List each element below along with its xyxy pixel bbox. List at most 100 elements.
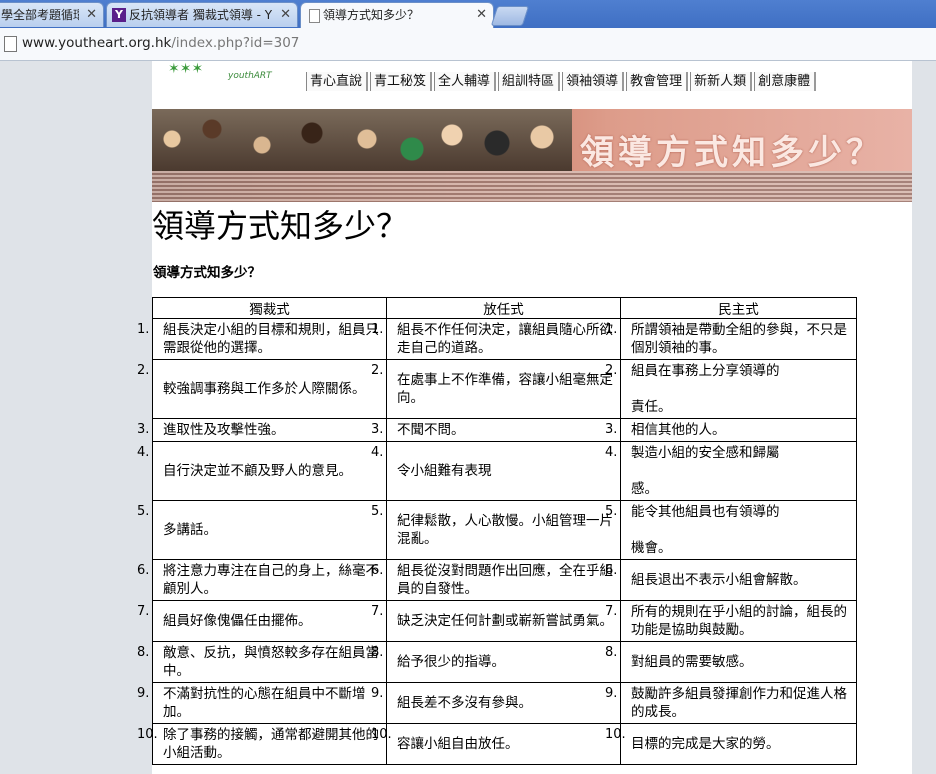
cell-text: 不滿對抗性的心態在組員中不斷增加。 — [163, 686, 366, 720]
logo-icon: ✶✶✶ — [168, 61, 204, 77]
table-cell: 5. 多講話。 — [137, 500, 387, 560]
item-number: 7. — [371, 604, 384, 619]
new-tab-button[interactable] — [490, 6, 530, 26]
table-cell: 9. 鼓勵許多組員發揮創作力和促進人格的成長。 — [605, 682, 857, 724]
item-number: 8. — [605, 645, 618, 660]
item-number: 4. — [137, 445, 150, 460]
page-title: 領導方式知多少？ — [152, 207, 409, 245]
cell-text: 所有的規則在乎小組的討論，組長的功能是協助與鼓勵。 — [631, 604, 847, 638]
table-cell: 7. 所有的規則在乎小組的討論，組長的功能是協助與鼓勵。 — [605, 600, 857, 642]
cell-text: 所謂領袖是帶動全組的參與，不只是個別領袖的事。 — [631, 322, 847, 356]
banner-stripes — [152, 171, 912, 202]
tab-1[interactable]: 學全部考題循環 ✕ — [0, 2, 104, 27]
table-cell: 7. 缺乏決定任何計劃或嶄新嘗試勇氣。 — [371, 600, 621, 642]
address-bar: www.youtheart.org.hk/index.php?id=307 — [0, 28, 936, 61]
cell-text: 目標的完成是大家的勞。 — [631, 736, 780, 752]
table-cell: 8. 對組員的需要敏感。 — [605, 641, 857, 683]
cell-text: 令小組難有表現 — [397, 463, 492, 479]
table-row: 6. 將注意力專注在自己的身上，絲毫不顧別人。 6. 組長從沒對問題作出回應，全在乎組… — [137, 559, 857, 601]
close-icon[interactable]: ✕ — [476, 3, 487, 27]
table-cell: 3. 進取性及攻擊性強。 — [137, 418, 387, 442]
table-cell: 5. 紀律鬆散，人心散慢。小組管理一片混亂。 — [371, 500, 621, 560]
item-number: 9. — [371, 686, 384, 701]
table-cell: 10. 除了事務的接觸，通常都避開其他的小組活動。 — [137, 723, 387, 765]
item-number: 8. — [371, 645, 384, 660]
nav-item[interactable]: 教會管理 — [626, 72, 689, 91]
leadership-table: 獨裁式 放任式 民主式 1. 組長決定小組的目標和規則，組員只需跟從他的選擇。 1.… — [137, 297, 857, 765]
table-cell: 8. 給予很少的指導。 — [371, 641, 621, 683]
nav-item[interactable]: 創意康體 — [754, 72, 817, 91]
yahoo-icon: Y — [112, 8, 126, 22]
item-number: 4. — [605, 445, 618, 460]
table-row: 7. 組員好像傀儡任由擺佈。 7. 缺乏決定任何計劃或嶄新嘗試勇氣。 7. 所有的規則在乎… — [137, 600, 857, 642]
item-number: 2. — [371, 363, 384, 378]
item-number: 3. — [371, 422, 384, 437]
nav-item[interactable]: 領袖領導 — [562, 72, 625, 91]
nav-item[interactable]: 青心直說 — [306, 72, 369, 91]
item-number: 5. — [137, 504, 150, 519]
cell-text: 鼓勵許多組員發揮創作力和促進人格的成長。 — [631, 686, 847, 720]
banner-title: 領導方式知多少？ — [580, 133, 884, 173]
table-cell: 10. 容讓小組自由放任。 — [371, 723, 621, 765]
table-cell: 10. 目標的完成是大家的勞。 — [605, 723, 857, 765]
nav-item[interactable]: 新新人類 — [690, 72, 753, 91]
cell-text: 較強調事務與工作多於人際關係。 — [163, 381, 366, 397]
cell-text: 組員在事務上分享領導的 責任。 — [631, 363, 780, 415]
article-subtitle: 領導方式知多少？ — [153, 265, 261, 281]
table-cell: 9. 不滿對抗性的心態在組員中不斷增加。 — [137, 682, 387, 724]
nav-item[interactable]: 組訓特區 — [498, 72, 561, 91]
cell-text: 能令其他組員也有領導的 機會。 — [631, 504, 780, 556]
table-row: 8. 敵意、反抗，與憤怒較多存在組員當中。 8. 給予很少的指導。 8. 對組員的需要敏感… — [137, 641, 857, 683]
nav-item[interactable]: 全人輔導 — [434, 72, 497, 91]
table-row: 5. 多講話。 5. 紀律鬆散，人心散慢。小組管理一片混亂。 5. 能令其他組員也有領導的… — [137, 500, 857, 560]
item-number: 10. — [137, 727, 158, 742]
table-cell: 2. 組員在事務上分享領導的 責任。 — [605, 359, 857, 419]
table-cell: 4. 自行決定並不顧及野人的意見。 — [137, 441, 387, 501]
table-cell: 1. 組長不作任何決定，讓組員隨心所欲走自己的道路。 — [371, 318, 621, 360]
item-number: 3. — [137, 422, 150, 437]
table-cell: 2. 較強調事務與工作多於人際關係。 — [137, 359, 387, 419]
table-row: 2. 較強調事務與工作多於人際關係。 2. 在處事上不作準備，容讓小組毫無定向。 2. 組… — [137, 359, 857, 419]
cell-text: 容讓小組自由放任。 — [397, 736, 519, 752]
item-number: 7. — [137, 604, 150, 619]
close-icon[interactable]: ✕ — [86, 3, 97, 27]
tab-2[interactable]: Y 反抗領導者 獨裁式領導 - Y ✕ — [106, 2, 298, 27]
table-cell: 9. 組長差不多沒有參與。 — [371, 682, 621, 724]
item-number: 2. — [137, 363, 150, 378]
table-cell: 3. 不聞不問。 — [371, 418, 621, 442]
cell-text: 給予很少的指導。 — [397, 654, 505, 670]
table-cell: 8. 敵意、反抗，與憤怒較多存在組員當中。 — [137, 641, 387, 683]
item-number: 9. — [605, 686, 618, 701]
close-icon[interactable]: ✕ — [280, 3, 291, 27]
item-number: 6. — [137, 563, 150, 578]
cell-text: 組長不作任何決定，讓組員隨心所欲走自己的道路。 — [397, 322, 613, 356]
item-number: 6. — [605, 563, 618, 578]
url-field[interactable]: www.youtheart.org.hk/index.php?id=307 — [22, 35, 299, 51]
cell-text: 多講話。 — [163, 522, 217, 538]
table-cell: 1. 組長決定小組的目標和規則，組員只需跟從他的選擇。 — [137, 318, 387, 360]
table-row: 3. 進取性及攻擊性強。 3. 不聞不問。 3. 相信其他的人。 — [137, 418, 857, 442]
cell-text: 紀律鬆散，人心散慢。小組管理一片混亂。 — [397, 513, 613, 547]
cell-text: 組長決定小組的目標和規則，組員只需跟從他的選擇。 — [163, 322, 379, 356]
nav-item[interactable]: 青工秘笈 — [370, 72, 433, 91]
column-header-autocratic: 獨裁式 — [152, 297, 387, 319]
item-number: 10. — [605, 727, 626, 742]
cell-text: 缺乏決定任何計劃或嶄新嘗試勇氣。 — [397, 613, 613, 629]
url-host: www.youtheart.org.hk — [22, 35, 172, 51]
cell-text: 組長退出不表示小組會解散。 — [631, 572, 807, 588]
tab-strip: 學全部考題循環 ✕ Y 反抗領導者 獨裁式領導 - Y ✕ 領導方式知多少？ ✕ — [0, 0, 936, 29]
table-cell: 1. 所謂領袖是帶動全組的參與，不只是個別領袖的事。 — [605, 318, 857, 360]
cell-text: 自行決定並不顧及野人的意見。 — [163, 463, 352, 479]
tab-label: 領導方式知多少？ — [323, 8, 420, 22]
item-number: 2. — [605, 363, 618, 378]
table-cell: 5. 能令其他組員也有領導的 機會。 — [605, 500, 857, 560]
site-nav: 青心直說 青工秘笈 全人輔導 組訓特區 領袖領導 教會管理 新新人類 創意康體 — [306, 72, 818, 92]
cell-text: 對組員的需要敏感。 — [631, 654, 753, 670]
tab-3-active[interactable]: 領導方式知多少？ ✕ — [300, 2, 494, 29]
item-number: 6. — [371, 563, 384, 578]
cell-text: 製造小組的安全感和歸屬 感。 — [631, 445, 780, 497]
site-logo[interactable]: ✶✶✶ youthART — [162, 61, 292, 85]
item-number: 8. — [137, 645, 150, 660]
banner-photo — [152, 109, 572, 171]
tab-label: 學全部考題循環 — [1, 8, 79, 22]
